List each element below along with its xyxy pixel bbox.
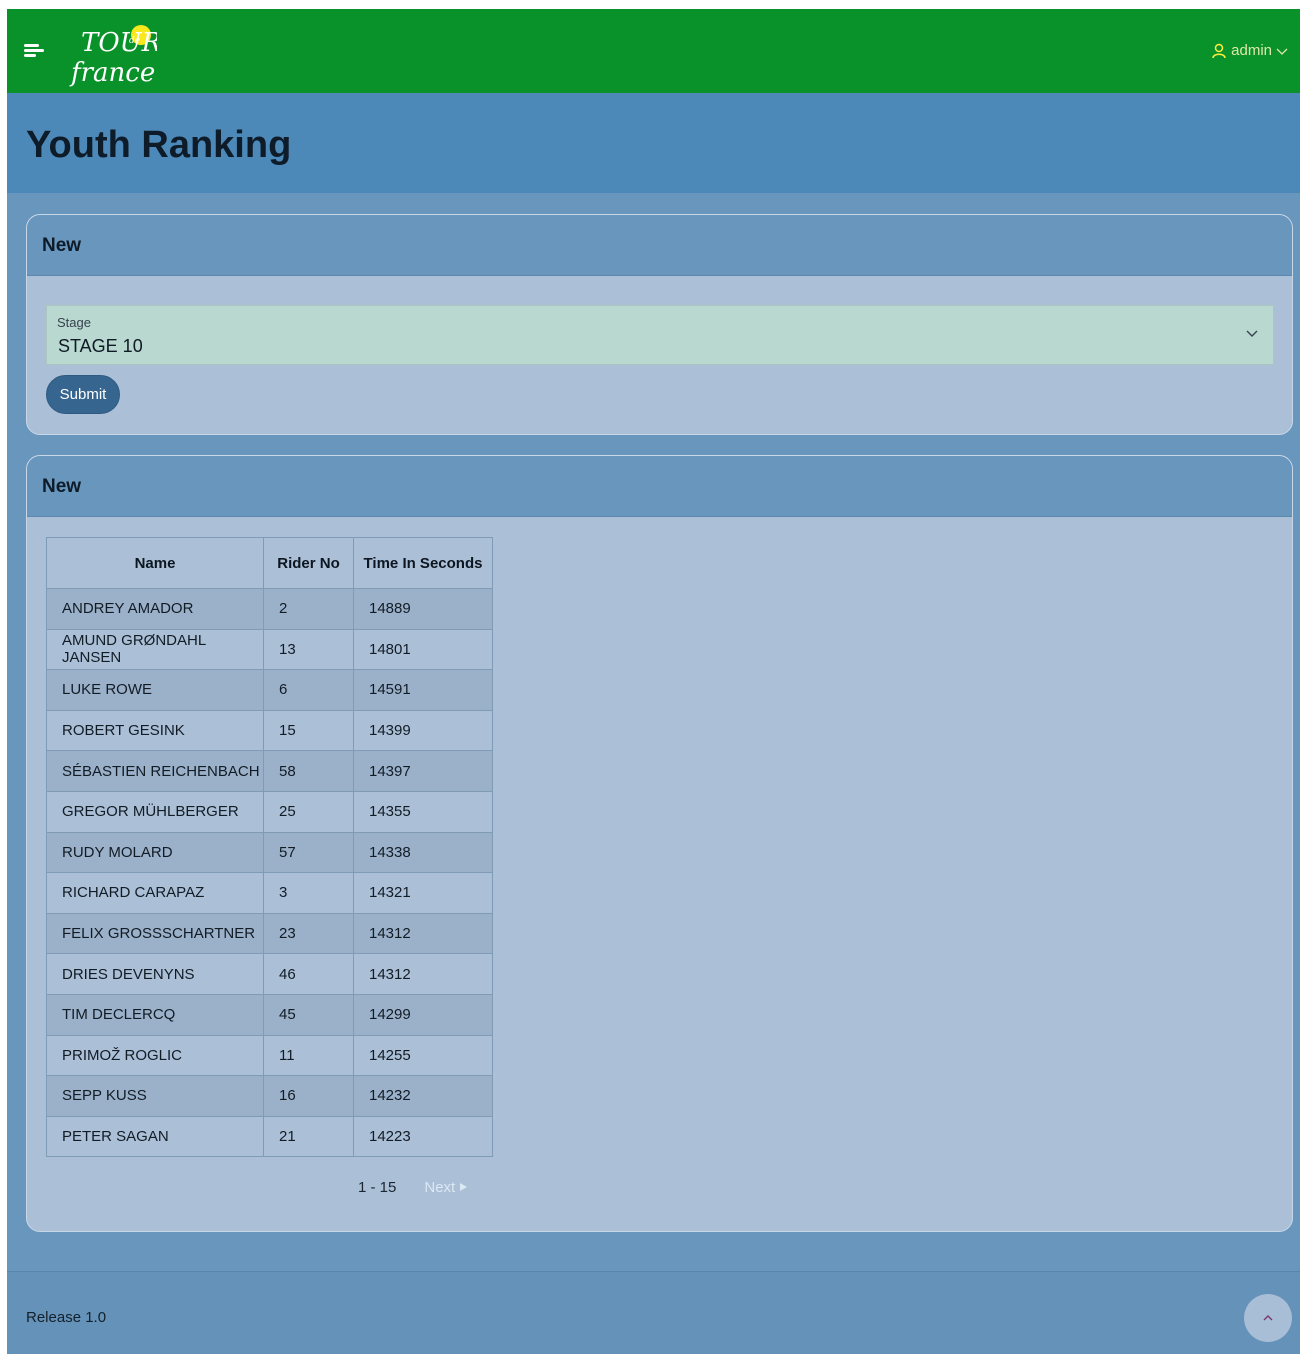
submit-button[interactable]: Submit [46,375,120,414]
stage-select[interactable]: Stage STAGE 10 [46,305,1274,365]
table-row: GREGOR MÜHLBERGER 25 14355 [46,790,493,833]
next-page-button[interactable]: Next [424,1179,468,1196]
cell-time: 14299 [353,993,493,1036]
column-header-name[interactable]: Name [46,537,264,589]
table-row: PETER SAGAN 21 14223 [46,1115,493,1158]
cell-name: DRIES DEVENYNS [46,953,264,995]
table-row: ROBERT GESINK 15 14399 [46,709,493,752]
cell-time: 14397 [353,750,493,792]
table-row: SÉBASTIEN REICHENBACH 58 14397 [46,750,493,792]
table-header-row: Name Rider No Time In Seconds [46,537,493,589]
cell-name: ANDREY AMADOR [46,588,264,630]
cell-rider-no: 58 [263,750,354,792]
page-title: Youth Ranking [26,124,292,166]
pagination: 1 - 15 Next [358,1179,468,1196]
cell-name: PETER SAGAN [46,1115,264,1158]
footer: Release 1.0 [7,1271,1300,1354]
ranking-table: Name Rider No Time In Seconds ANDREY AMA… [46,537,493,1158]
cell-rider-no: 16 [263,1075,354,1117]
cell-time: 14355 [353,790,493,833]
scroll-to-top-button[interactable] [1244,1294,1292,1342]
table-row: LUKE ROWE 6 14591 [46,669,493,711]
top-bar: TOUR de france admin [7,9,1300,93]
chevron-down-icon [1276,48,1288,55]
svg-text:TOUR: TOUR [81,28,157,58]
cell-time: 14591 [353,669,493,711]
tour-de-france-logo[interactable]: TOUR de france [67,15,157,87]
cell-time: 14223 [353,1115,493,1158]
cell-rider-no: 6 [263,669,354,711]
card-title: New [27,215,1292,276]
release-label: Release 1.0 [26,1309,107,1326]
cell-time: 14399 [353,709,493,752]
stage-label: Stage [57,315,91,330]
table-row: FELIX GROSSSCHARTNER 23 14312 [46,912,493,955]
cell-time: 14338 [353,831,493,874]
table-row: TIM DECLERCQ 45 14299 [46,993,493,1036]
cell-rider-no: 45 [263,993,354,1036]
cell-rider-no: 2 [263,588,354,630]
chevron-up-icon [1263,1315,1273,1321]
cell-time: 14312 [353,953,493,995]
user-name: admin [1231,42,1272,59]
play-icon [460,1183,468,1191]
cell-name: SÉBASTIEN REICHENBACH [46,750,264,792]
table-row: PRIMOŽ ROGLIC 11 14255 [46,1034,493,1077]
table-row: DRIES DEVENYNS 46 14312 [46,953,493,995]
cell-rider-no: 23 [263,912,354,955]
table-row: AMUND GRØNDAHL JANSEN 13 14801 [46,628,493,671]
app-shell: TOUR de france admin Youth Ranking New S… [7,9,1300,1354]
cell-name: GREGOR MÜHLBERGER [46,790,264,833]
results-card: New Name Rider No Time In Seconds ANDREY… [26,455,1293,1232]
cell-time: 14312 [353,912,493,955]
cell-name: LUKE ROWE [46,669,264,711]
cell-name: ROBERT GESINK [46,709,264,752]
table-row: RICHARD CARAPAZ 3 14321 [46,872,493,914]
cell-time: 14232 [353,1075,493,1117]
stage-form-card: New Stage STAGE 10 Submit [26,214,1293,435]
menu-icon[interactable] [24,41,46,61]
user-menu[interactable]: admin [1211,42,1288,59]
cell-name: RICHARD CARAPAZ [46,872,264,914]
cell-name: FELIX GROSSSCHARTNER [46,912,264,955]
cell-name: TIM DECLERCQ [46,993,264,1036]
svg-text:de: de [129,36,140,46]
cell-name: AMUND GRØNDAHL JANSEN [46,628,264,671]
cell-rider-no: 3 [263,872,354,914]
cell-name: SEPP KUSS [46,1075,264,1117]
cell-name: RUDY MOLARD [46,831,264,874]
column-header-time[interactable]: Time In Seconds [353,537,493,589]
table-row: ANDREY AMADOR 2 14889 [46,588,493,630]
user-icon [1212,43,1226,58]
cell-time: 14889 [353,588,493,630]
cell-rider-no: 21 [263,1115,354,1158]
cell-rider-no: 25 [263,790,354,833]
cell-time: 14801 [353,628,493,671]
cell-time: 14321 [353,872,493,914]
cell-rider-no: 57 [263,831,354,874]
page-header: Youth Ranking [7,93,1300,193]
card-title: New [27,456,1292,517]
cell-time: 14255 [353,1034,493,1077]
table-row: SEPP KUSS 16 14232 [46,1075,493,1117]
column-header-rider-no[interactable]: Rider No [263,537,354,589]
table-row: RUDY MOLARD 57 14338 [46,831,493,874]
cell-rider-no: 15 [263,709,354,752]
pager-range: 1 - 15 [358,1179,397,1196]
svg-text:france: france [69,58,155,87]
cell-name: PRIMOŽ ROGLIC [46,1034,264,1077]
stage-value: STAGE 10 [58,336,143,356]
cell-rider-no: 13 [263,628,354,671]
chevron-down-icon [1246,330,1258,337]
cell-rider-no: 11 [263,1034,354,1077]
cell-rider-no: 46 [263,953,354,995]
